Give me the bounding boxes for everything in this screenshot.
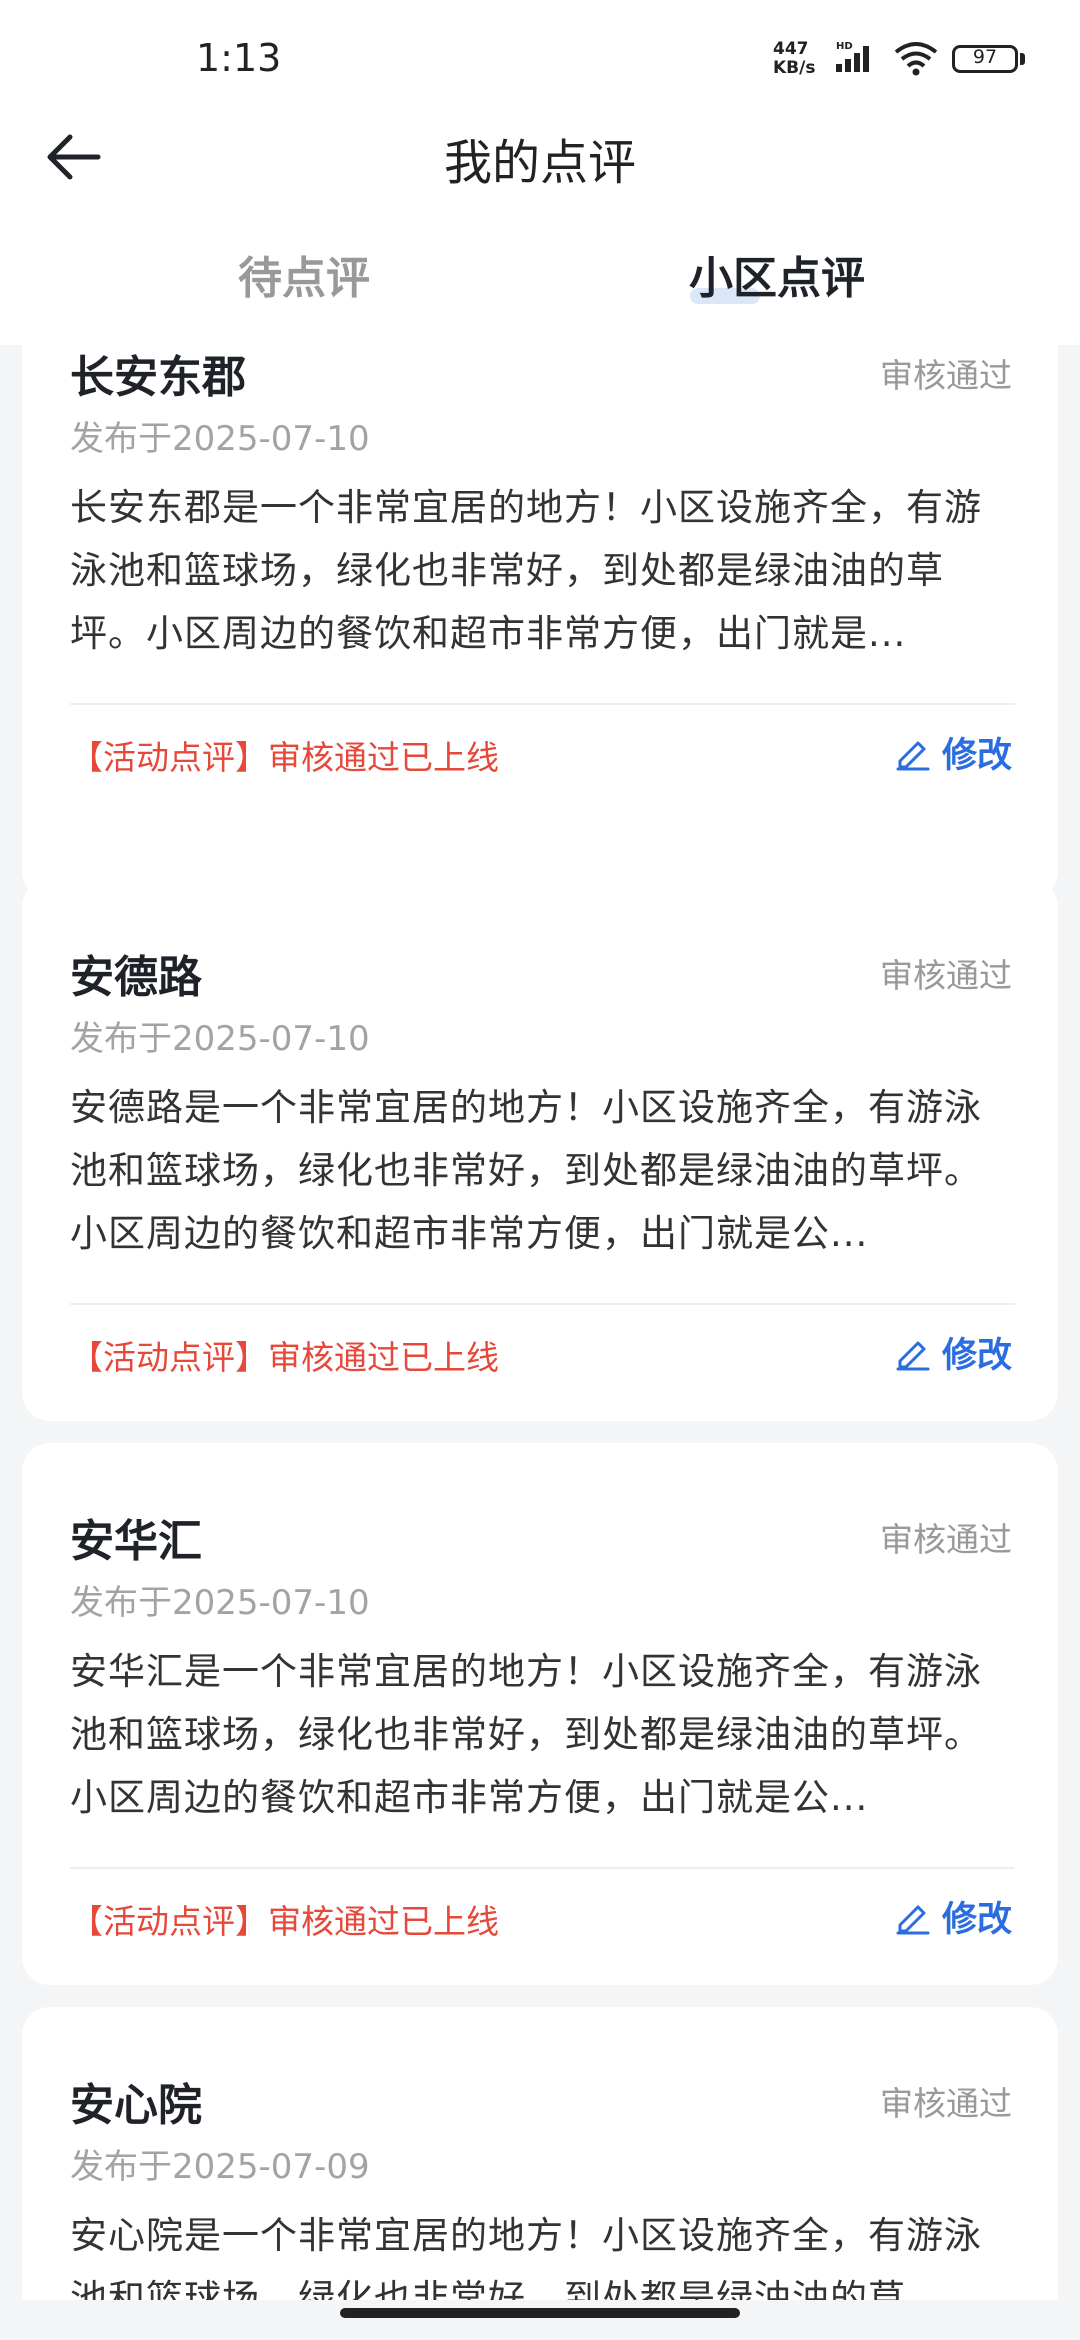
review-card: 安心院 审核通过 发布于2025-07-09 安心院是一个非常宜居的地方！小区设… <box>22 2007 1058 2300</box>
pencil-icon <box>896 1341 930 1371</box>
battery-icon: 97 <box>952 45 1018 73</box>
publish-date: 发布于2025-07-10 <box>70 1019 370 1059</box>
community-name: 长安东郡 <box>70 352 246 403</box>
edit-label: 修改 <box>941 1899 1012 1940</box>
home-indicator[interactable] <box>340 2308 740 2318</box>
battery-cap <box>1020 53 1025 65</box>
battery-level: 97 <box>972 46 998 68</box>
network-speed-value: 447 <box>773 39 809 59</box>
divider <box>70 703 1015 705</box>
activity-note: 【活动点评】审核通过已上线 <box>70 1902 499 1941</box>
tab-bar: 待点评 小区点评 <box>0 230 1080 320</box>
review-list[interactable]: 长安东郡 审核通过 发布于2025-07-10 长安东郡是一个非常宜居的地方！小… <box>0 345 1080 2300</box>
review-status: 审核通过 <box>880 1520 1012 1559</box>
network-speed-unit: KB/s <box>773 58 816 78</box>
edit-button[interactable]: 修改 <box>894 727 1012 777</box>
top-bar: 1:13 447 KB/s HD 97 我的点评 待点评 小区点评 <box>0 0 1080 345</box>
page-title: 我的点评 <box>443 135 636 191</box>
publish-date: 发布于2025-07-10 <box>70 419 370 459</box>
community-name: 安德路 <box>70 952 202 1003</box>
network-badge: HD <box>836 41 853 52</box>
status-bar: 1:13 447 KB/s HD 97 <box>0 0 1080 120</box>
edit-button[interactable]: 修改 <box>894 1891 1012 1941</box>
review-card: 安华汇 审核通过 发布于2025-07-10 安华汇是一个非常宜居的地方！小区设… <box>22 1443 1058 1985</box>
edit-label: 修改 <box>941 1335 1012 1376</box>
status-time: 1:13 <box>196 36 282 80</box>
divider <box>70 1867 1015 1869</box>
activity-note: 【活动点评】审核通过已上线 <box>70 1338 499 1377</box>
pencil-icon <box>896 741 930 771</box>
community-name: 安心院 <box>70 2080 202 2131</box>
review-status: 审核通过 <box>880 356 1012 395</box>
review-text: 长安东郡是一个非常宜居的地方！小区设施齐全，有游泳池和篮球场，绿化也非常好，到处… <box>70 486 982 655</box>
review-text: 安德路是一个非常宜居的地方！小区设施齐全，有游泳池和篮球场，绿化也非常好，到处都… <box>70 1086 982 1255</box>
tab-pending-review[interactable]: 待点评 <box>154 242 454 306</box>
divider <box>70 1303 1015 1305</box>
tab-community-review[interactable]: 小区点评 <box>627 242 927 306</box>
edit-label: 修改 <box>941 735 1012 776</box>
review-card: 长安东郡 审核通过 发布于2025-07-10 长安东郡是一个非常宜居的地方！小… <box>22 345 1058 899</box>
nav-bar: 我的点评 <box>0 105 1080 205</box>
review-text: 安心院是一个非常宜居的地方！小区设施齐全，有游泳池和篮球场，绿化也非常好，到处都… <box>70 2214 982 2300</box>
network-speed: 447 KB/s <box>773 40 815 78</box>
cell-signal-icon: HD <box>836 41 869 72</box>
publish-date: 发布于2025-07-09 <box>70 2147 370 2187</box>
review-text: 安华汇是一个非常宜居的地方！小区设施齐全，有游泳池和篮球场，绿化也非常好，到处都… <box>70 1650 982 1819</box>
publish-date: 发布于2025-07-10 <box>70 1583 370 1623</box>
review-status: 审核通过 <box>880 2084 1012 2123</box>
review-status: 审核通过 <box>880 956 1012 995</box>
pencil-icon <box>896 1905 930 1935</box>
edit-button[interactable]: 修改 <box>894 1327 1012 1377</box>
review-card: 安德路 审核通过 发布于2025-07-10 安德路是一个非常宜居的地方！小区设… <box>22 879 1058 1421</box>
wifi-icon <box>894 42 938 76</box>
community-name: 安华汇 <box>70 1516 202 1567</box>
activity-note: 【活动点评】审核通过已上线 <box>70 738 499 777</box>
